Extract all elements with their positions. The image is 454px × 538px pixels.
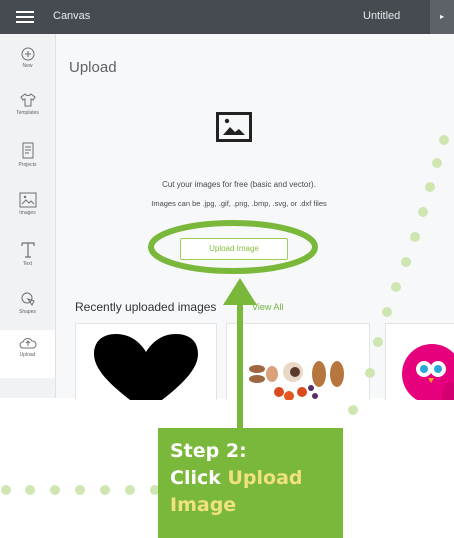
document-title[interactable]: Untitled xyxy=(363,10,400,22)
recently-uploaded-heading: Recently uploaded images xyxy=(75,300,217,314)
top-right-button[interactable]: ▸ xyxy=(430,0,454,34)
image-upload-icon xyxy=(216,112,252,142)
upload-image-button[interactable]: Upload Image xyxy=(180,238,288,260)
owl-parts-image xyxy=(249,361,344,401)
step-callout: Step 2: Click Upload Image xyxy=(158,428,343,538)
sidebar-item-label: Projects xyxy=(18,162,37,168)
caret-icon: ▸ xyxy=(440,12,445,21)
sidebar-item-shapes[interactable]: Shapes xyxy=(0,291,55,335)
step-action: Click xyxy=(170,467,221,489)
plus-circle-icon xyxy=(21,47,34,61)
sidebar-item-label: Images xyxy=(19,210,36,216)
sidebar-item-projects[interactable]: Projects xyxy=(0,142,55,186)
sidebar-item-label: Templates xyxy=(16,110,39,116)
sidebar: New Templates Projects Images Text Shape… xyxy=(0,34,56,398)
sidebar-item-upload[interactable]: Upload xyxy=(0,330,55,378)
page-title: Upload xyxy=(69,59,117,76)
step-action-line: Click Upload xyxy=(170,465,303,492)
menu-icon[interactable] xyxy=(16,11,34,23)
view-all-link[interactable]: View All xyxy=(252,302,283,312)
sidebar-item-label: New xyxy=(22,63,33,69)
sidebar-item-text[interactable]: Text xyxy=(0,241,55,285)
shapes-icon xyxy=(21,292,35,306)
sidebar-item-label: Text xyxy=(22,261,33,267)
text-icon xyxy=(20,242,35,258)
uploaded-image-thumbnail[interactable] xyxy=(75,323,217,405)
sidebar-item-label: Shapes xyxy=(19,309,36,315)
step-target-line1: Upload xyxy=(227,467,303,489)
sidebar-item-images[interactable]: Images xyxy=(0,192,55,236)
pink-owl-image xyxy=(402,344,454,404)
projects-icon xyxy=(22,142,33,159)
sidebar-item-label: Upload xyxy=(19,352,36,358)
supported-formats-text: Images can be .jpg, .gif, .png, .bmp, .s… xyxy=(151,199,327,208)
uploaded-image-thumbnail[interactable] xyxy=(226,323,370,405)
top-bar: Canvas Untitled ▸ xyxy=(0,0,454,34)
sidebar-item-new[interactable]: New xyxy=(0,47,55,91)
upload-description: Cut your images for free (basic and vect… xyxy=(162,180,316,189)
step-target-line2: Image xyxy=(170,494,237,516)
sidebar-item-templates[interactable]: Templates xyxy=(0,92,55,136)
step-instruction: Step 2: Click Upload Image xyxy=(170,438,303,519)
image-icon xyxy=(19,192,36,208)
heart-image xyxy=(94,334,198,404)
uploaded-image-thumbnail[interactable] xyxy=(385,323,454,405)
step-number: Step 2: xyxy=(170,440,247,462)
upload-cloud-icon xyxy=(19,338,36,349)
shirt-icon xyxy=(19,93,36,107)
app-title: Canvas xyxy=(53,10,91,22)
